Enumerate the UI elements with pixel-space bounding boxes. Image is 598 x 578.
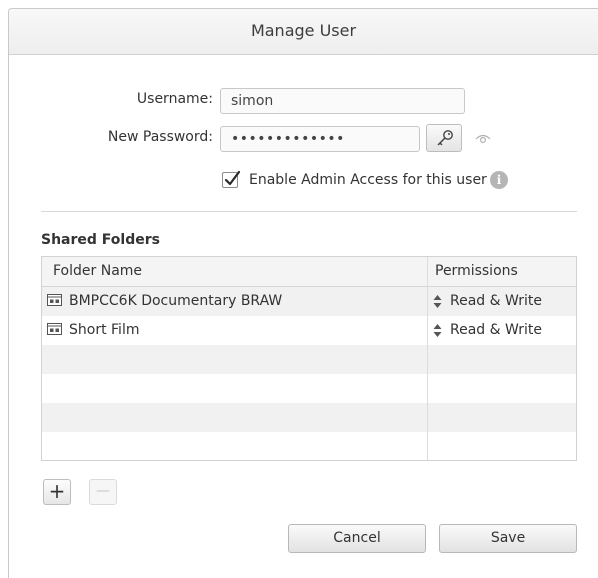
admin-access-label: Enable Admin Access for this user: [249, 172, 487, 188]
empty-table-row: [42, 345, 576, 374]
key-icon: [437, 130, 453, 146]
permission-selector[interactable]: Read & Write: [433, 322, 542, 338]
username-input[interactable]: simon: [220, 88, 465, 114]
folder-name: BMPCC6K Documentary BRAW: [69, 293, 283, 309]
generate-password-button[interactable]: [426, 124, 462, 152]
eye-icon[interactable]: [475, 133, 491, 145]
permission-value: Read & Write: [450, 293, 542, 309]
admin-access-checkbox[interactable]: [222, 170, 241, 188]
remove-folder-button[interactable]: —: [89, 479, 117, 505]
table-row[interactable]: BMPCC6K Documentary BRAW Read & Write: [42, 287, 576, 316]
folder-name: Short Film: [69, 322, 140, 338]
info-icon[interactable]: i: [490, 171, 508, 189]
permission-value: Read & Write: [450, 322, 542, 338]
dialog-title: Manage User: [250, 21, 357, 40]
section-divider: [41, 211, 577, 212]
up-down-arrows-icon: [433, 294, 442, 308]
cancel-button[interactable]: Cancel: [288, 524, 426, 553]
empty-table-row: [42, 432, 576, 460]
new-password-label: New Password:: [107, 129, 213, 145]
empty-table-row: [42, 374, 576, 403]
column-separator: [427, 257, 428, 460]
shared-folders-table: Folder Name Permissions BMPCC6K Document…: [41, 256, 577, 461]
title-bar: Manage User: [9, 9, 598, 55]
checkmark-icon: [224, 170, 241, 186]
manage-user-dialog: Manage User Username: simon New Password…: [8, 8, 598, 578]
shared-folder-icon: [47, 323, 62, 335]
username-label: Username:: [136, 91, 213, 107]
column-header-permissions[interactable]: Permissions: [435, 263, 518, 279]
add-folder-button[interactable]: +: [43, 479, 71, 505]
new-password-input[interactable]: •••••••••••••: [220, 126, 420, 152]
save-button[interactable]: Save: [439, 524, 577, 553]
permission-selector[interactable]: Read & Write: [433, 293, 542, 309]
shared-folder-icon: [47, 294, 62, 306]
table-header: Folder Name Permissions: [42, 257, 576, 287]
up-down-arrows-icon: [433, 323, 442, 337]
column-header-folder-name[interactable]: Folder Name: [53, 263, 142, 279]
table-row[interactable]: Short Film Read & Write: [42, 316, 576, 345]
empty-table-row: [42, 403, 576, 432]
shared-folders-title: Shared Folders: [41, 232, 160, 248]
